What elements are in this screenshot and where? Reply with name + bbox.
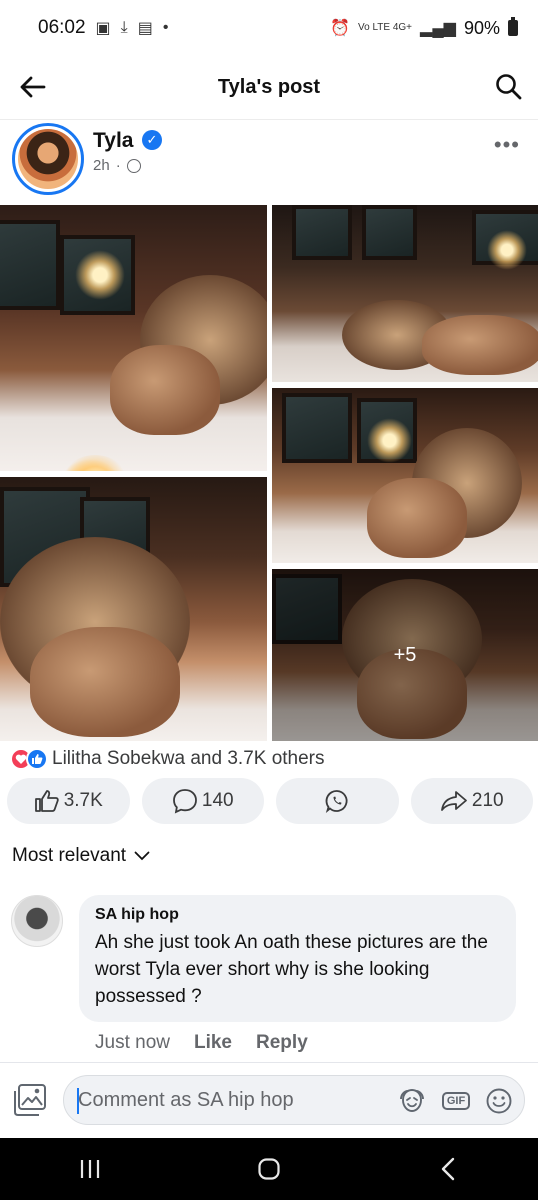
more-photos-count: +5: [393, 643, 417, 666]
more-photos-overlay[interactable]: +5: [272, 569, 538, 741]
thumbs-up-icon: [34, 790, 59, 812]
notification-dot-icon: •: [162, 19, 169, 36]
post-photo-4[interactable]: [0, 477, 267, 741]
verified-badge-icon: ✓: [142, 130, 162, 150]
download-icon: ⤓: [120, 19, 128, 36]
news-icon: ▤: [137, 20, 153, 37]
photo-lamp: [367, 418, 412, 463]
photo-window: [0, 220, 60, 310]
back-button[interactable]: [16, 70, 50, 104]
photo-lamp: [75, 250, 125, 300]
battery-icon: [508, 17, 518, 36]
system-nav-bar: [0, 1138, 538, 1200]
system-back-button[interactable]: [418, 1149, 478, 1189]
battery-percent: 90%: [463, 17, 500, 38]
post-photo-2[interactable]: [272, 205, 538, 382]
status-right: ⏰ Vo LTE 4G+ ▂▄▆ 90%: [330, 17, 518, 39]
comment-time: Just now: [95, 1032, 170, 1053]
photo-subject-body: [422, 315, 538, 375]
comment-button[interactable]: 140: [141, 778, 264, 824]
photo-window: [292, 205, 352, 260]
gallery-icon: ▣: [95, 20, 111, 37]
status-left: 06:02 ▣ ⤓ ▤ •: [38, 17, 168, 39]
photo-subject-body: [110, 345, 220, 435]
commenter-avatar[interactable]: [11, 895, 63, 947]
emoji-button[interactable]: [485, 1087, 513, 1115]
post-meta: 2h ·: [93, 157, 141, 174]
back-arrow-icon: [20, 76, 46, 98]
author-name[interactable]: Tyla: [93, 129, 133, 153]
post-header: Tyla ✓ 2h · •••: [0, 120, 538, 200]
page-title: Tyla's post: [217, 76, 321, 98]
comment-sort-dropdown[interactable]: Most relevant: [12, 845, 150, 867]
more-options-button[interactable]: •••: [494, 132, 520, 158]
gif-icon: GIF: [441, 1092, 471, 1110]
whatsapp-share-button[interactable]: [276, 778, 399, 824]
chevron-left-icon: [442, 1157, 455, 1181]
gif-button[interactable]: GIF: [441, 1087, 471, 1115]
photo-icon: [14, 1084, 46, 1116]
search-button[interactable]: [492, 70, 526, 104]
comment-composer: Comment as SA hip hop GIF: [0, 1062, 538, 1138]
status-bar: 06:02 ▣ ⤓ ▤ • ⏰ Vo LTE 4G+ ▂▄▆ 90%: [0, 0, 538, 56]
photo-lamp: [487, 230, 527, 270]
search-icon: [496, 74, 522, 100]
comment-like-button[interactable]: Like: [194, 1032, 232, 1054]
post-time[interactable]: 2h: [93, 157, 110, 174]
photo-subject-body: [367, 478, 467, 558]
post-photo-3[interactable]: [272, 388, 538, 563]
chevron-down-icon: [134, 851, 150, 861]
photo-subject-body: [30, 627, 180, 737]
network-type: Vo LTE 4G+: [358, 22, 413, 33]
post-photo-5[interactable]: +5: [272, 569, 538, 741]
comment-author[interactable]: SA hip hop: [95, 906, 500, 924]
home-button[interactable]: [239, 1149, 299, 1189]
like-reaction-icon: [26, 748, 48, 770]
comment-actions: Just now Like Reply: [95, 1032, 308, 1054]
signal-icon: ▂▄▆: [420, 20, 456, 37]
comment-placeholder: Comment as SA hip hop: [78, 1089, 294, 1111]
recent-apps-button[interactable]: [60, 1149, 120, 1189]
avatar-image: [18, 129, 78, 189]
comment-input[interactable]: Comment as SA hip hop GIF: [63, 1075, 525, 1125]
post-photo-1[interactable]: [0, 205, 267, 471]
app-header: Tyla's post: [0, 56, 538, 120]
post-actions: 3.7K 140 210: [7, 778, 533, 826]
separator-dot: ·: [115, 157, 121, 174]
add-photo-button[interactable]: [13, 1083, 49, 1119]
photo-window: [282, 393, 352, 463]
comment-text: Ah she just took An oath these pictures …: [95, 932, 488, 1007]
avatar-sticker-icon: [400, 1089, 424, 1112]
photo-lamp: [60, 455, 130, 471]
comment-bubble-icon: [172, 789, 197, 814]
recents-icon: [80, 1160, 99, 1178]
comment-reply-button[interactable]: Reply: [256, 1032, 308, 1054]
share-count: 210: [471, 790, 504, 811]
share-arrow-icon: [440, 791, 467, 811]
reactions-text: Lilitha Sobekwa and 3.7K others: [52, 748, 325, 769]
sort-label: Most relevant: [12, 845, 127, 866]
clock: 06:02: [38, 17, 86, 38]
like-count: 3.7K: [63, 790, 103, 811]
like-button[interactable]: 3.7K: [7, 778, 130, 824]
author-avatar[interactable]: [12, 123, 84, 195]
photo-window: [362, 205, 417, 260]
home-icon: [258, 1158, 280, 1180]
globe-icon: [126, 158, 141, 173]
alarm-icon: ⏰: [330, 20, 350, 37]
share-button[interactable]: 210: [410, 778, 533, 824]
comment-count: 140: [201, 790, 234, 811]
whatsapp-icon: [325, 790, 348, 813]
reactions-summary[interactable]: Lilitha Sobekwa and 3.7K others: [10, 745, 325, 773]
comment-bubble[interactable]: SA hip hop Ah she just took An oath thes…: [79, 895, 516, 1022]
emoji-icon: [486, 1088, 512, 1114]
avatar-sticker-button[interactable]: [398, 1087, 426, 1115]
